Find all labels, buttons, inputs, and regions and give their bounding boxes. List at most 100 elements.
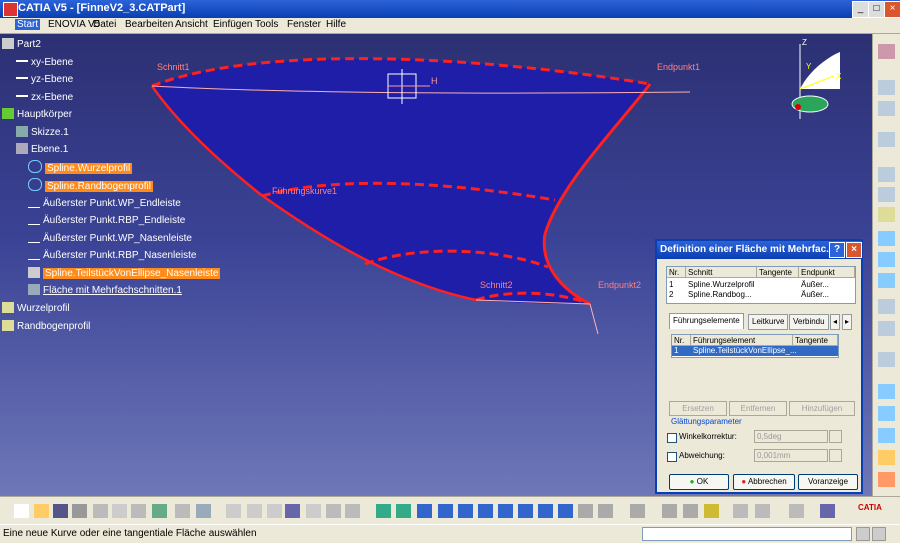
grid-icon[interactable] [755,504,770,518]
menu-bearbeiten[interactable]: Bearbeiten [125,19,173,30]
tree-item-point-wp-nase[interactable]: Äußerster Punkt.WP_Nasenleiste [28,231,192,246]
spline-tool-icon[interactable] [878,321,895,336]
tab-verbindung[interactable]: Verbindu [789,314,829,330]
tree-root[interactable]: Part2 [2,37,41,52]
close-button[interactable]: × [884,1,900,18]
join-icon[interactable] [878,384,895,399]
dialog-help-button[interactable]: ? [829,242,845,258]
trim-icon[interactable] [878,428,895,443]
tree-plane-yz[interactable]: yz-Ebene [16,72,73,87]
tree-plane-xy[interactable]: xy-Ebene [16,55,73,70]
analysis-icon[interactable] [878,352,895,367]
iso-view-icon[interactable] [538,504,553,518]
cancel-button[interactable]: ● Abbrechen [733,474,795,490]
sketcher-icon[interactable] [878,132,895,147]
measure-icon[interactable] [662,504,677,518]
menu-ansicht[interactable]: Ansicht [175,19,208,30]
command-input[interactable] [642,527,852,541]
fit-all-icon[interactable] [396,504,411,518]
minimize-button[interactable]: _ [852,1,869,18]
ok-button[interactable]: ● OK [669,474,729,490]
sections-list[interactable]: Nr. Schnitt Tangente Endpunkt 1 Spline.W… [666,266,856,304]
apply-material-icon[interactable] [704,504,719,518]
zoom-in-icon[interactable] [458,504,473,518]
tree-item-spline-wurzel[interactable]: Spline.Wurzelprofil [28,160,133,175]
pan-icon[interactable] [417,504,432,518]
maximize-button[interactable]: □ [868,1,885,18]
menu-einfuegen[interactable]: Einfügen [213,19,252,30]
sweep-icon[interactable] [878,252,895,267]
tree-item-multisection-surface[interactable]: Fläche mit Mehrfachschnitten.1 [28,283,182,298]
tree-randbogenprofil[interactable]: Randbogenprofil [2,319,90,334]
axis-system-icon[interactable] [733,504,748,518]
tab-fuehrungselemente[interactable]: Führungselemente [669,313,744,329]
table-icon[interactable] [285,504,300,518]
status-icon-2[interactable] [872,527,886,541]
formula-icon[interactable] [226,504,241,518]
extrude-icon[interactable] [878,231,895,246]
knowledge-icon[interactable] [247,504,262,518]
menu-datei[interactable]: Datei [93,19,116,30]
dialog-close-button[interactable]: × [846,242,862,258]
tools-icon[interactable] [326,504,341,518]
extract-icon[interactable] [878,472,895,487]
circle-tool-icon[interactable] [878,299,895,314]
macro-icon[interactable] [267,504,282,518]
angle-correction-field[interactable]: 0,5deg [754,430,828,443]
tree-item-point-wp-end[interactable]: Äußerster Punkt.WP_Endleiste [28,196,181,211]
status-icon-1[interactable] [856,527,870,541]
tab-scroll-right[interactable]: ▸ [842,314,853,330]
catalog-icon[interactable] [345,504,360,518]
paste-icon[interactable] [131,504,146,518]
rotate-icon[interactable] [438,504,453,518]
print-icon[interactable] [72,504,87,518]
tree-item-point-rbp-nase[interactable]: Äußerster Punkt.RBP_Nasenleiste [28,248,196,263]
tree-item-ebene[interactable]: Ebene.1 [16,142,68,157]
undo-icon[interactable] [152,504,167,518]
menu-start[interactable]: Start [15,19,41,30]
tree-wurzelprofil[interactable]: Wurzelprofil [2,301,70,316]
menu-tools[interactable]: Tools [255,19,278,30]
angle-spinner[interactable] [829,430,842,443]
zoom-out-icon[interactable] [478,504,493,518]
select-icon[interactable] [878,80,895,95]
tree-body[interactable]: Hauptkörper [2,107,72,122]
replace-button[interactable]: Ersetzen [669,401,727,416]
whats-this-icon[interactable] [196,504,211,518]
tab-scroll-left[interactable]: ◂ [830,314,841,330]
deviation-field[interactable]: 0,001mm [754,449,828,462]
copy-icon[interactable] [112,504,127,518]
update-icon[interactable] [630,504,645,518]
tree-item-point-rbp-end[interactable]: Äußerster Punkt.RBP_Endleiste [28,213,185,228]
line-tool-icon[interactable] [878,187,895,202]
tree-item-skizze[interactable]: Skizze.1 [16,125,69,140]
fly-icon[interactable] [376,504,391,518]
new-icon[interactable] [14,504,29,518]
open-icon[interactable] [34,504,49,518]
tab-leitkurve[interactable]: Leitkurve [748,314,789,330]
sketch-tool-icon[interactable] [878,101,895,116]
tree-item-spline-randbogen[interactable]: Spline.Randbogenprofil [28,178,153,193]
measure-item-icon[interactable] [683,504,698,518]
split-icon[interactable] [878,406,895,421]
multi-view-icon[interactable] [518,504,533,518]
workbench-icon[interactable] [878,44,895,59]
add-button[interactable]: Hinzufügen [789,401,855,416]
cut-icon[interactable] [93,504,108,518]
shading-icon[interactable] [558,504,573,518]
angle-correction-checkbox[interactable] [667,433,677,443]
deviation-spinner[interactable] [829,449,842,462]
point-tool-icon[interactable] [878,167,895,182]
hide-show-icon[interactable] [578,504,593,518]
fill-icon[interactable] [878,273,895,288]
plane-tool-icon[interactable] [878,207,895,222]
text-annotation-icon[interactable] [789,504,804,518]
boundary-icon[interactable] [878,450,895,465]
menu-hilfe[interactable]: Hilfe [326,19,346,30]
tree-item-spline-ellipse[interactable]: Spline.TeilstückVonEllipse_Nasenleiste [28,266,221,281]
redo-icon[interactable] [175,504,190,518]
save-icon[interactable] [53,504,68,518]
preview-button[interactable]: Voranzeige [798,474,858,490]
guides-list[interactable]: Nr. Führungselement Tangente 1 Spline.Te… [671,334,839,358]
deviation-checkbox[interactable] [667,452,677,462]
